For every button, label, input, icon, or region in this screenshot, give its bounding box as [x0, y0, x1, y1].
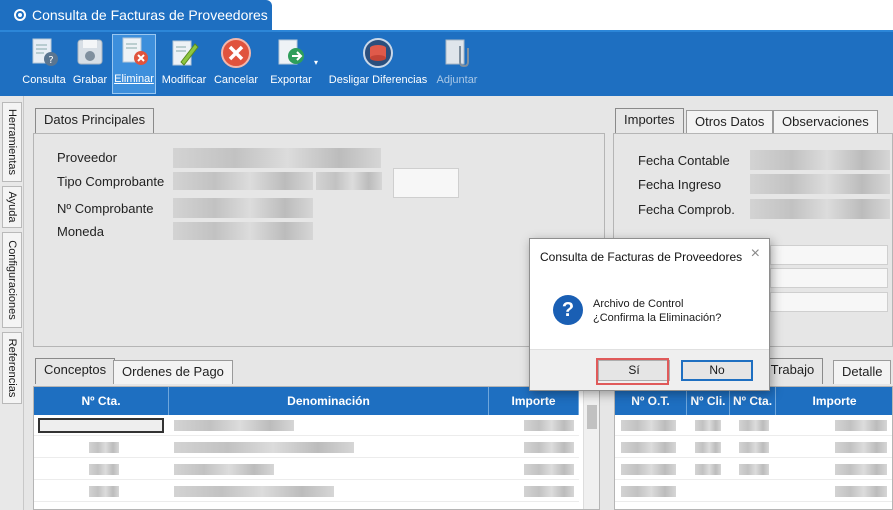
- tipo-comprobante-label: Tipo Comprobante: [57, 174, 165, 189]
- moneda-label: Moneda: [57, 224, 104, 239]
- col-header-importe[interactable]: Importe: [776, 387, 892, 415]
- conceptos-scrollbar[interactable]: [583, 387, 599, 509]
- col-header-nro-cta[interactable]: Nº Cta.: [34, 387, 169, 415]
- dialog-message-line2: ¿Confirma la Eliminación?: [593, 312, 722, 324]
- table-row[interactable]: [34, 459, 579, 480]
- importe-field-1[interactable]: [770, 245, 888, 265]
- tab-observaciones[interactable]: Observaciones: [773, 110, 878, 134]
- exportar-label: Exportar: [270, 74, 312, 86]
- side-tab-bar: Herramientas Ayuda Configuraciones Refer…: [0, 96, 24, 510]
- side-tab-configuraciones[interactable]: Configuraciones: [2, 232, 22, 328]
- moneda-field[interactable]: [173, 222, 313, 240]
- dialog-title: Consulta de Facturas de Proveedores: [540, 250, 743, 264]
- unlink-database-icon: [361, 36, 395, 70]
- fecha-contable-field[interactable]: [750, 150, 890, 170]
- dialog-close-icon[interactable]: ×: [751, 245, 760, 263]
- window-title-tab: Consulta de Facturas de Proveedores: [0, 0, 272, 30]
- delete-document-icon: [117, 35, 151, 69]
- fecha-comprob-label: Fecha Comprob.: [638, 202, 735, 217]
- table-row[interactable]: [615, 415, 892, 436]
- adjuntar-button[interactable]: Adjuntar: [432, 36, 482, 92]
- export-icon: [274, 36, 308, 70]
- tipo-comprobante-letter-field[interactable]: [316, 172, 382, 190]
- side-tab-referencias[interactable]: Referencias: [2, 332, 22, 404]
- side-tab-ayuda[interactable]: Ayuda: [2, 186, 22, 228]
- tab-detalle[interactable]: Detalle: [833, 360, 892, 384]
- desligar-diferencias-label: Desligar Diferencias: [328, 74, 428, 86]
- edit-pencil-icon: [167, 36, 201, 70]
- exportar-button[interactable]: Exportar ▾: [262, 36, 320, 92]
- fecha-ingreso-label: Fecha Ingreso: [638, 177, 722, 192]
- save-disk-icon: [73, 36, 107, 70]
- svg-text:?: ?: [48, 55, 53, 66]
- consulta-label: Consulta: [22, 74, 66, 86]
- eliminar-button[interactable]: Eliminar: [112, 34, 156, 94]
- window-title: Consulta de Facturas de Proveedores: [32, 7, 268, 23]
- fecha-comprob-field[interactable]: [750, 199, 890, 219]
- tab-importes[interactable]: Importes: [615, 108, 684, 134]
- tab-conceptos[interactable]: Conceptos: [35, 358, 116, 384]
- numero-comprobante-field[interactable]: [173, 198, 313, 218]
- tipo-comprobante-field[interactable]: [173, 172, 313, 190]
- col-header-importe[interactable]: Importe: [489, 387, 579, 415]
- adjuntar-label: Adjuntar: [436, 74, 478, 86]
- consulta-button[interactable]: ? Consulta: [20, 36, 68, 92]
- numero-comprobante-label: Nº Comprobante: [57, 201, 154, 216]
- fecha-contable-label: Fecha Contable: [638, 153, 730, 168]
- grabar-button[interactable]: Grabar: [70, 36, 110, 92]
- cancelar-button[interactable]: Cancelar: [212, 36, 260, 92]
- tab-ordenes-de-pago[interactable]: Ordenes de Pago: [113, 360, 233, 384]
- table-row[interactable]: [34, 481, 579, 502]
- dialog-message-line1: Archivo de Control: [593, 298, 684, 310]
- eliminar-label: Eliminar: [114, 73, 154, 85]
- app-logo-icon: [14, 9, 26, 21]
- attach-paperclip-icon: [440, 36, 474, 70]
- modificar-button[interactable]: Modificar: [158, 36, 210, 92]
- modificar-label: Modificar: [161, 74, 207, 86]
- toolbar: ? Consulta Grabar Eliminar Modificar Can…: [0, 30, 893, 96]
- exportar-dropdown-arrow-icon[interactable]: ▾: [314, 58, 318, 67]
- table-row[interactable]: [615, 459, 892, 480]
- table-row[interactable]: [615, 481, 892, 502]
- proveedor-field[interactable]: [173, 148, 381, 168]
- importe-field-2[interactable]: [770, 268, 888, 288]
- scrollbar-thumb[interactable]: [587, 405, 597, 429]
- importe-field-3[interactable]: [770, 292, 888, 312]
- desligar-diferencias-button[interactable]: Desligar Diferencias: [326, 36, 430, 92]
- col-header-nro-cli[interactable]: Nº Cli.: [687, 387, 730, 415]
- question-icon: ?: [553, 295, 583, 325]
- grabar-label: Grabar: [72, 74, 108, 86]
- tab-otros-datos[interactable]: Otros Datos: [686, 110, 774, 134]
- table-row[interactable]: [34, 415, 579, 436]
- document-query-icon: ?: [27, 36, 61, 70]
- tab-datos-principales[interactable]: Datos Principales: [35, 108, 155, 134]
- col-header-nro-ot[interactable]: Nº O.T.: [615, 387, 687, 415]
- cancelar-label: Cancelar: [213, 74, 259, 86]
- cancel-x-icon: [219, 36, 253, 70]
- col-header-denominacion[interactable]: Denominación: [169, 387, 489, 415]
- no-button[interactable]: No: [681, 360, 753, 381]
- proveedor-label: Proveedor: [57, 150, 117, 165]
- table-row[interactable]: [34, 437, 579, 458]
- col-header-nro-cta[interactable]: Nº Cta.: [730, 387, 776, 415]
- conceptos-grid: Nº Cta. Denominación Importe: [33, 386, 600, 510]
- tipo-comprobante-extra-field[interactable]: [393, 168, 459, 198]
- side-tab-herramientas[interactable]: Herramientas: [2, 102, 22, 182]
- yes-button-highlight: [596, 358, 669, 385]
- fecha-ingreso-field[interactable]: [750, 174, 890, 194]
- ot-grid: Nº O.T. Nº Cli. Nº Cta. Importe: [614, 386, 893, 510]
- table-row[interactable]: [615, 437, 892, 458]
